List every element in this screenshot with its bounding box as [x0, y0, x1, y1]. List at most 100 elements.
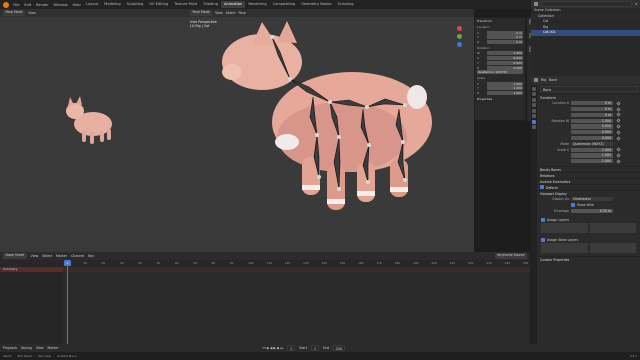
rot-mode-select[interactable]: Quaternion (WXYZ) — [477, 70, 523, 75]
keying-menu[interactable]: Keying — [21, 346, 32, 350]
scale-y-row[interactable]: Y 1.000 — [477, 86, 523, 91]
prop-rot-y[interactable]: 0.000 — [531, 130, 640, 135]
tl-menu-select[interactable]: Select — [42, 254, 52, 258]
main-mode-select[interactable]: Pose Mode — [190, 10, 213, 16]
tl-menu-channel[interactable]: Channel — [71, 254, 84, 258]
section-transform[interactable]: Transform — [531, 94, 640, 100]
keyframe-icon[interactable] — [616, 147, 621, 152]
scale-x-field[interactable]: 1.000 — [571, 147, 613, 152]
menu-render[interactable]: Render — [34, 3, 52, 7]
loc-x-field[interactable]: 0 m — [571, 101, 613, 106]
main-menu-view[interactable]: View — [215, 11, 223, 15]
prop-scale-z[interactable]: 1.000 — [531, 159, 640, 164]
rot-y-field[interactable]: 0.000 — [571, 130, 613, 135]
play-icon[interactable]: ▶ — [273, 346, 275, 350]
navigation-gizmo[interactable] — [457, 26, 462, 47]
start-frame-field[interactable]: 1 — [310, 345, 319, 351]
3d-viewport[interactable]: Pose Mode View Select Pose User Perspect… — [187, 9, 474, 252]
show-wire-checkbox[interactable] — [571, 202, 575, 207]
tl-menu-view[interactable]: View — [31, 254, 39, 258]
layer-grid-2[interactable] — [541, 243, 636, 254]
prop-show-wire[interactable]: Show Wire — [531, 202, 640, 207]
prop-loc-x[interactable]: Location X0 m — [531, 101, 640, 106]
rot-w-field[interactable]: 1.000 — [487, 51, 523, 56]
display-as-select[interactable]: Octahedral — [571, 196, 613, 202]
section-custom-properties[interactable]: Custom Properties — [531, 256, 640, 262]
tab-modeling[interactable]: Modeling — [101, 1, 123, 8]
scale-z-row[interactable]: Z 1.000 — [477, 90, 523, 95]
next-key-icon[interactable]: ◆ — [277, 346, 279, 350]
loc-y-field[interactable]: 0 m — [571, 107, 613, 112]
rot-mode-select[interactable]: Quaternion (WXYZ) — [571, 141, 613, 146]
loc-z-field[interactable]: 0 m — [571, 112, 613, 117]
rot-mode-row[interactable]: Quaternion (WXYZ) — [477, 70, 523, 75]
frame-ruler[interactable]: 0102030405060708090100110120130140150160… — [0, 260, 530, 267]
output-tab-icon[interactable] — [532, 97, 536, 102]
tab-scripting[interactable]: Scripting — [335, 1, 357, 8]
blender-logo-icon[interactable] — [3, 1, 9, 8]
playhead[interactable] — [67, 260, 68, 344]
menu-window[interactable]: Window — [51, 3, 70, 7]
menu-help[interactable]: Help — [70, 3, 83, 7]
loc-z-row[interactable]: Z 0 m — [477, 40, 523, 45]
rot-w-field[interactable]: 1.000 — [571, 118, 613, 123]
editor-type-select[interactable]: Dope Sheet — [3, 253, 27, 259]
loc-y-row[interactable]: Y 0 m — [477, 35, 523, 40]
outliner-editor-icon[interactable] — [534, 2, 538, 6]
prop-display-as[interactable]: Display As Octahedral — [531, 196, 640, 202]
scale-z-field[interactable]: 1.000 — [571, 159, 613, 164]
tab-shading[interactable]: Shading — [200, 1, 221, 8]
rot-w-row[interactable]: W 1.000 — [477, 51, 523, 56]
properties-header[interactable]: Properties — [475, 96, 525, 102]
rot-z-row[interactable]: Z 0.000 — [477, 65, 523, 70]
keyframe-icon[interactable] — [616, 130, 621, 135]
main-menu-pose[interactable]: Pose — [239, 11, 246, 15]
section-viewport-display[interactable]: Viewport Display — [531, 189, 640, 196]
tab-geometry-nodes[interactable]: Geometry Nodes — [298, 1, 334, 8]
object-tab-icon[interactable] — [532, 108, 536, 113]
loc-x-row[interactable]: X 0 m — [477, 30, 523, 35]
current-frame-indicator[interactable]: 1 — [64, 260, 71, 266]
keyframe-icon[interactable] — [616, 118, 621, 123]
keyframe-icon[interactable] — [616, 153, 621, 158]
tl-menu-marker[interactable]: Marker — [56, 254, 67, 258]
filter-icon[interactable]: ▾ — [635, 2, 637, 6]
bone-tab-icon[interactable] — [532, 119, 536, 124]
render-tab-icon[interactable] — [532, 92, 536, 96]
assign-bone-layers-checkbox[interactable] — [541, 237, 545, 242]
y-axis-icon[interactable] — [457, 34, 462, 39]
current-frame-field[interactable]: 1 — [287, 345, 296, 351]
keyframe-icon[interactable] — [616, 106, 621, 112]
keyframe-icon[interactable] — [616, 112, 621, 118]
tab-texture-paint[interactable]: Texture Paint — [171, 1, 200, 8]
tab-sculpting[interactable]: Sculpting — [124, 1, 147, 8]
rot-x-field[interactable]: 0.000 — [487, 56, 523, 61]
rot-y-row[interactable]: Y 0.000 — [477, 60, 523, 65]
playback-menu[interactable]: Playback — [3, 346, 17, 350]
cat-model-small[interactable] — [55, 91, 125, 151]
envelope-field[interactable]: 0.25 m — [571, 208, 613, 213]
scene-tab-icon[interactable] — [532, 103, 536, 107]
end-frame-field[interactable]: 250 — [333, 345, 346, 351]
x-axis-icon[interactable] — [457, 26, 462, 31]
layer-block[interactable] — [541, 243, 588, 254]
prop-scale-y[interactable]: 1.000 — [531, 153, 640, 158]
main-menu-select[interactable]: Select — [226, 11, 236, 15]
scale-y-field[interactable]: 1.000 — [571, 153, 613, 158]
tool-tab-icon[interactable] — [532, 86, 536, 91]
prop-loc-z[interactable]: 0 m — [531, 112, 640, 118]
prop-rot-w[interactable]: Rotation W 1.000 — [531, 118, 640, 123]
prop-scale-x[interactable]: Scale X 1.000 — [531, 147, 640, 152]
summary-channel[interactable]: Summary — [0, 267, 63, 272]
rot-x-field[interactable]: 0.000 — [571, 124, 613, 129]
tab-compositing[interactable]: Compositing — [270, 1, 299, 8]
z-axis-icon[interactable] — [457, 42, 462, 47]
constraint-tab-icon[interactable] — [532, 125, 536, 129]
marker-menu[interactable]: Marker — [48, 346, 59, 350]
layer-block[interactable] — [589, 243, 636, 254]
view-menu[interactable]: View — [36, 346, 44, 350]
keyframe-icon[interactable] — [616, 101, 621, 106]
prop-loc-y[interactable]: 0 m — [531, 106, 640, 112]
bone-name-input[interactable]: Bone — [540, 86, 638, 92]
assign-layers-checkbox[interactable] — [541, 217, 545, 222]
